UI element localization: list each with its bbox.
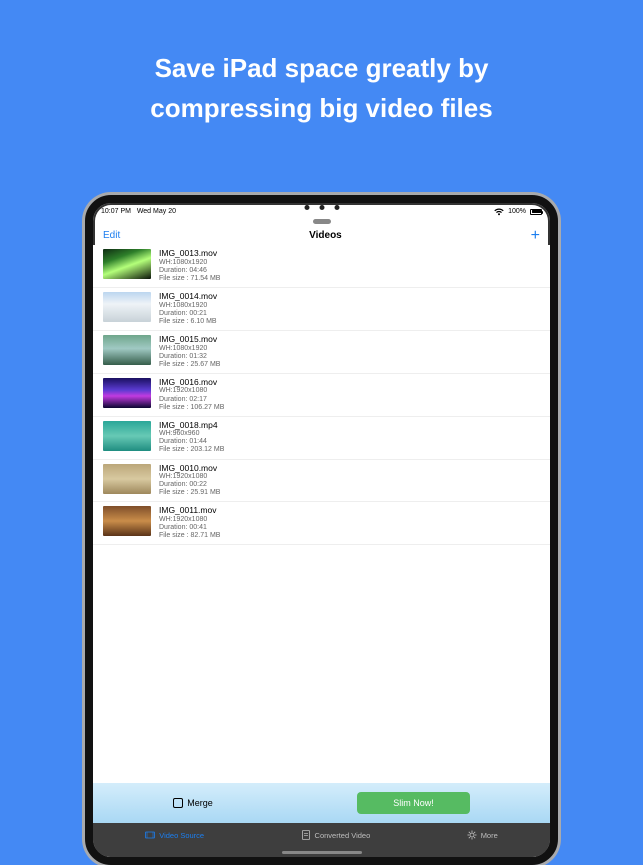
video-duration: Duration: 00:22 xyxy=(159,481,220,489)
home-indicator[interactable] xyxy=(282,851,362,854)
video-thumbnail xyxy=(103,464,151,494)
nav-bar: Edit Videos + xyxy=(93,224,550,245)
video-thumbnail xyxy=(103,292,151,322)
tab-video-source[interactable]: Video Source xyxy=(145,830,204,840)
film-icon xyxy=(145,830,155,840)
video-meta: IMG_0011.movWH:1920x1080Duration: 00:41F… xyxy=(159,506,220,540)
video-filename: IMG_0018.mp4 xyxy=(159,421,224,431)
camera-notch xyxy=(304,205,339,210)
bottom-action-bar: Merge Slim Now! xyxy=(93,783,550,823)
edit-button[interactable]: Edit xyxy=(103,230,120,241)
video-filesize: File size : 203.12 MB xyxy=(159,446,224,454)
promo-line-1: Save iPad space greatly by xyxy=(0,48,643,88)
tab-label: Converted Video xyxy=(315,831,371,840)
video-filename: IMG_0013.mov xyxy=(159,249,220,259)
video-duration: Duration: 02:17 xyxy=(159,396,224,404)
video-thumbnail xyxy=(103,378,151,408)
document-icon xyxy=(301,830,311,840)
home-indicator-area xyxy=(93,847,550,857)
video-meta: IMG_0014.movWH:1080x1920Duration: 00:21F… xyxy=(159,292,217,326)
wifi-icon xyxy=(494,208,504,216)
merge-toggle[interactable]: Merge xyxy=(173,798,213,808)
add-button[interactable]: + xyxy=(531,231,540,241)
video-meta: IMG_0015.movWH:1080x1920Duration: 01:32F… xyxy=(159,335,220,369)
video-duration: Duration: 01:32 xyxy=(159,353,220,361)
video-filesize: File size : 82.71 MB xyxy=(159,532,220,540)
tab-label: More xyxy=(481,831,498,840)
battery-percent: 100% xyxy=(508,208,526,215)
status-time-date: 10:07 PM Wed May 20 xyxy=(101,208,176,215)
video-thumbnail xyxy=(103,506,151,536)
video-dimensions: WH:1080x1920 xyxy=(159,259,220,267)
video-row[interactable]: IMG_0018.mp4WH:960x960Duration: 01:44Fil… xyxy=(93,417,550,460)
tab-bar: Video Source Converted Video More xyxy=(93,823,550,847)
slim-now-button[interactable]: Slim Now! xyxy=(357,792,470,814)
video-row[interactable]: IMG_0013.movWH:1080x1920Duration: 04:46F… xyxy=(93,245,550,288)
battery-icon xyxy=(530,209,542,215)
ipad-frame: 10:07 PM Wed May 20 100% Edit Videos + I… xyxy=(85,195,558,865)
video-meta: IMG_0013.movWH:1080x1920Duration: 04:46F… xyxy=(159,249,220,283)
video-filesize: File size : 25.91 MB xyxy=(159,489,220,497)
video-filesize: File size : 25.67 MB xyxy=(159,361,220,369)
video-dimensions: WH:1920x1080 xyxy=(159,516,220,524)
video-duration: Duration: 04:46 xyxy=(159,267,220,275)
video-row[interactable]: IMG_0015.movWH:1080x1920Duration: 01:32F… xyxy=(93,331,550,374)
merge-checkbox-icon[interactable] xyxy=(173,798,183,808)
video-row[interactable]: IMG_0011.movWH:1920x1080Duration: 00:41F… xyxy=(93,502,550,545)
video-duration: Duration: 00:21 xyxy=(159,310,217,318)
video-duration: Duration: 00:41 xyxy=(159,524,220,532)
video-thumbnail xyxy=(103,335,151,365)
video-filename: IMG_0016.mov xyxy=(159,378,224,388)
video-filename: IMG_0010.mov xyxy=(159,464,220,474)
video-dimensions: WH:1920x1080 xyxy=(159,387,224,395)
video-filename: IMG_0015.mov xyxy=(159,335,220,345)
video-meta: IMG_0018.mp4WH:960x960Duration: 01:44Fil… xyxy=(159,421,224,455)
gear-icon xyxy=(467,830,477,840)
video-dimensions: WH:1920x1080 xyxy=(159,473,220,481)
tab-more[interactable]: More xyxy=(467,830,498,840)
video-filename: IMG_0014.mov xyxy=(159,292,217,302)
promo-headline: Save iPad space greatly by compressing b… xyxy=(0,0,643,129)
video-filename: IMG_0011.mov xyxy=(159,506,220,516)
video-filesize: File size : 6.10 MB xyxy=(159,318,217,326)
merge-label: Merge xyxy=(187,798,213,808)
video-list[interactable]: IMG_0013.movWH:1080x1920Duration: 04:46F… xyxy=(93,245,550,783)
page-title: Videos xyxy=(309,230,342,241)
status-time: 10:07 PM xyxy=(101,208,131,215)
video-row[interactable]: IMG_0016.movWH:1920x1080Duration: 02:17F… xyxy=(93,374,550,417)
tab-label: Video Source xyxy=(159,831,204,840)
status-date: Wed May 20 xyxy=(137,208,176,215)
video-meta: IMG_0010.movWH:1920x1080Duration: 00:22F… xyxy=(159,464,220,498)
video-row[interactable]: IMG_0014.movWH:1080x1920Duration: 00:21F… xyxy=(93,288,550,331)
video-dimensions: WH:960x960 xyxy=(159,430,224,438)
video-row[interactable]: IMG_0010.movWH:1920x1080Duration: 00:22F… xyxy=(93,460,550,503)
video-duration: Duration: 01:44 xyxy=(159,438,224,446)
video-filesize: File size : 71.54 MB xyxy=(159,275,220,283)
video-thumbnail xyxy=(103,249,151,279)
tab-converted-video[interactable]: Converted Video xyxy=(301,830,371,840)
video-dimensions: WH:1080x1920 xyxy=(159,302,217,310)
video-meta: IMG_0016.movWH:1920x1080Duration: 02:17F… xyxy=(159,378,224,412)
video-filesize: File size : 106.27 MB xyxy=(159,404,224,412)
video-thumbnail xyxy=(103,421,151,451)
video-dimensions: WH:1080x1920 xyxy=(159,345,220,353)
promo-line-2: compressing big video files xyxy=(0,88,643,128)
